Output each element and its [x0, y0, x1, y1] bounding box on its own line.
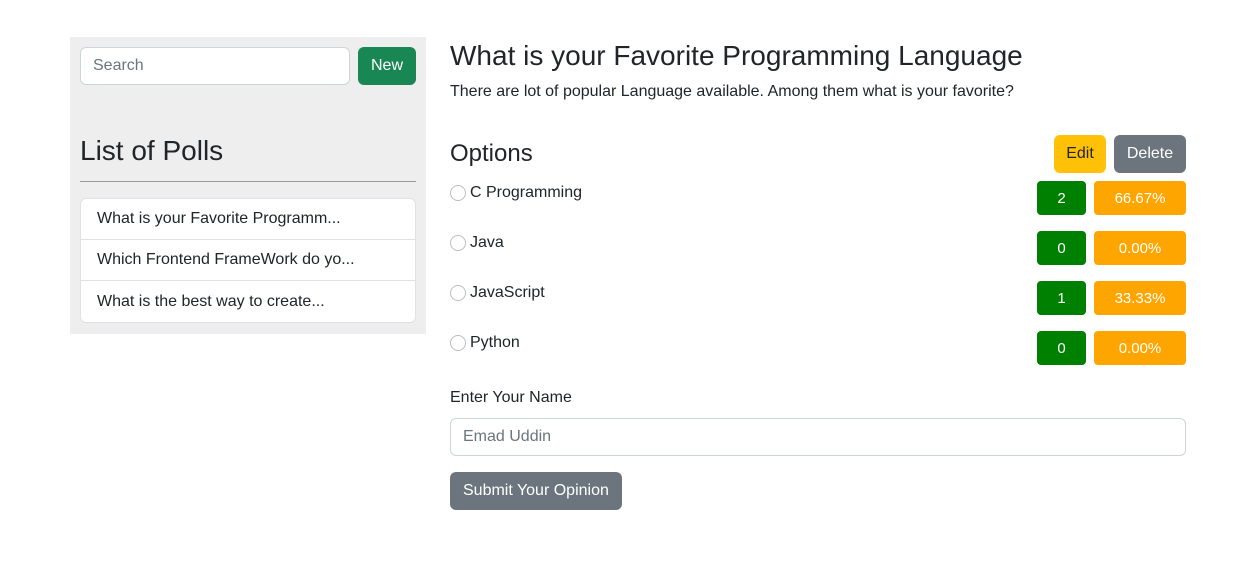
option-label[interactable]: JavaScript: [450, 281, 545, 305]
poll-list-heading: List of Polls: [80, 135, 416, 182]
radio-button[interactable]: [450, 235, 466, 251]
option-row: Java 0 0.00%: [450, 231, 1186, 281]
radio-button[interactable]: [450, 185, 466, 201]
poll-list-item[interactable]: Which Frontend FrameWork do yo...: [81, 240, 415, 281]
poll-sidebar: New List of Polls What is your Favorite …: [70, 37, 426, 334]
vote-count-badge: 0: [1037, 231, 1086, 265]
option-row: JavaScript 1 33.33%: [450, 281, 1186, 331]
submit-opinion-button[interactable]: Submit Your Opinion: [450, 472, 622, 510]
poll-title: What is your Favorite Programming Langua…: [450, 40, 1023, 71]
search-input[interactable]: [80, 47, 350, 85]
option-stats: 2 66.67%: [1037, 181, 1186, 215]
poll-list-item[interactable]: What is the best way to create...: [81, 281, 415, 322]
poll-description: There are lot of popular Language availa…: [450, 83, 1014, 100]
option-stats: 1 33.33%: [1037, 281, 1186, 315]
options-header: Options Edit Delete: [450, 135, 1186, 173]
poll-actions: Edit Delete: [1054, 135, 1186, 173]
option-stats: 0 0.00%: [1037, 331, 1186, 365]
option-text: JavaScript: [470, 284, 545, 301]
poll-list-item[interactable]: What is your Favorite Programm...: [81, 199, 415, 240]
vote-percent-badge: 33.33%: [1094, 281, 1186, 315]
vote-percent-badge: 0.00%: [1094, 231, 1186, 265]
search-row: New: [80, 47, 416, 85]
vote-percent-badge: 66.67%: [1094, 181, 1186, 215]
edit-button[interactable]: Edit: [1054, 135, 1106, 173]
vote-percent-badge: 0.00%: [1094, 331, 1186, 365]
delete-button[interactable]: Delete: [1114, 135, 1186, 173]
option-label[interactable]: C Programming: [450, 181, 582, 205]
options-list: C Programming 2 66.67% Java 0 0.00% Java…: [450, 181, 1186, 381]
vote-count-badge: 1: [1037, 281, 1086, 315]
option-stats: 0 0.00%: [1037, 231, 1186, 265]
radio-button[interactable]: [450, 335, 466, 351]
vote-count-badge: 2: [1037, 181, 1086, 215]
name-field-label: Enter Your Name: [450, 389, 572, 406]
poll-detail: What is your Favorite Programming Langua…: [450, 38, 1186, 510]
option-text: Python: [470, 334, 520, 351]
options-heading: Options: [450, 140, 533, 167]
option-label[interactable]: Python: [450, 331, 520, 355]
option-row: Python 0 0.00%: [450, 331, 1186, 381]
option-row: C Programming 2 66.67%: [450, 181, 1186, 231]
poll-list: What is your Favorite Programm... Which …: [80, 198, 416, 323]
new-poll-button[interactable]: New: [358, 47, 416, 85]
option-text: Java: [470, 234, 504, 251]
vote-count-badge: 0: [1037, 331, 1086, 365]
option-text: C Programming: [470, 184, 583, 201]
option-label[interactable]: Java: [450, 231, 504, 255]
radio-button[interactable]: [450, 285, 466, 301]
name-input[interactable]: [450, 418, 1186, 456]
